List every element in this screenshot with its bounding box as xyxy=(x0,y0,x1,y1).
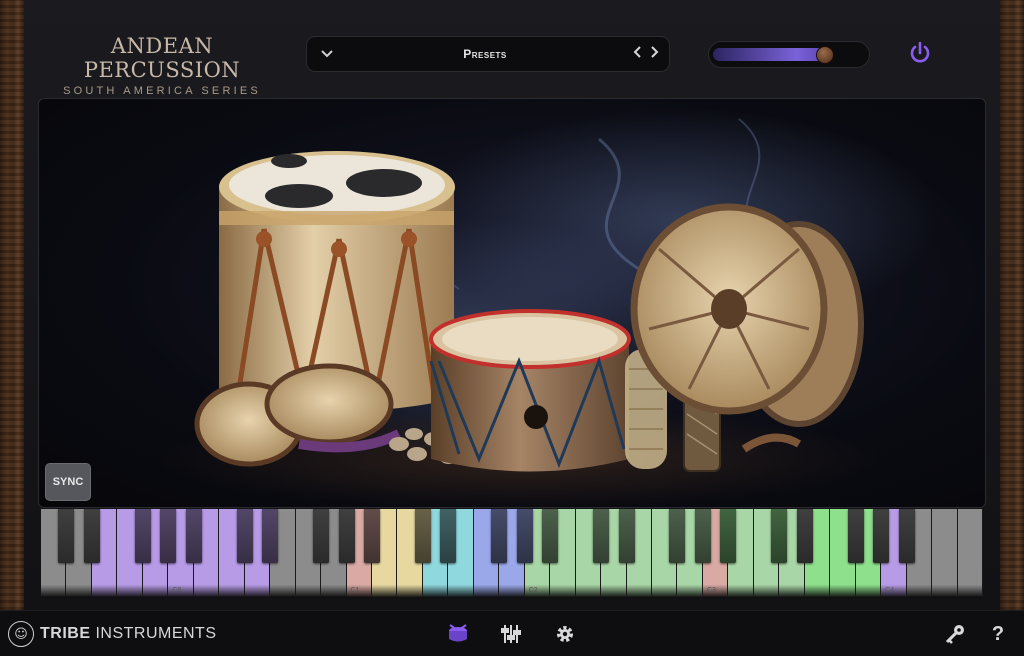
white-key[interactable] xyxy=(932,509,958,598)
black-key[interactable] xyxy=(516,509,533,563)
octave-label: C1 xyxy=(350,587,360,594)
octave-label: C3 xyxy=(706,587,716,594)
brand-name: TRIBE INSTRUMENTS xyxy=(40,625,217,643)
black-key[interactable] xyxy=(593,509,610,563)
drum-icon[interactable] xyxy=(446,622,470,646)
volume-slider[interactable] xyxy=(708,41,870,68)
black-key[interactable] xyxy=(847,509,864,563)
black-key[interactable] xyxy=(618,509,635,563)
black-key[interactable] xyxy=(542,509,559,563)
power-icon[interactable] xyxy=(907,40,933,66)
black-key[interactable] xyxy=(771,509,788,563)
black-key[interactable] xyxy=(83,509,100,563)
black-key[interactable] xyxy=(236,509,253,563)
white-key[interactable] xyxy=(957,509,983,598)
volume-knob[interactable] xyxy=(816,46,834,64)
wood-panel-left xyxy=(0,0,24,610)
black-key[interactable] xyxy=(338,509,355,563)
footer-bar: ☺ TRIBE INSTRUMENTS ? xyxy=(0,610,1024,656)
piano-keyboard[interactable]: C0 C1 C2 C3 C4 xyxy=(41,509,983,598)
chevron-right-icon[interactable] xyxy=(650,45,660,63)
octave-label: C0 xyxy=(172,587,182,594)
black-key[interactable] xyxy=(262,509,279,563)
brand-title: ANDEAN PERCUSSION xyxy=(83,34,241,82)
black-key[interactable] xyxy=(491,509,508,563)
black-key[interactable] xyxy=(363,509,380,563)
sync-button[interactable]: SYNC xyxy=(45,463,91,501)
black-key[interactable] xyxy=(134,509,151,563)
tribe-mask-icon: ☺ xyxy=(8,621,34,647)
chevron-left-icon[interactable] xyxy=(632,45,642,63)
chevron-down-icon[interactable] xyxy=(307,45,347,63)
brand-name-light: INSTRUMENTS xyxy=(90,625,217,642)
black-key[interactable] xyxy=(694,509,711,563)
key-icon[interactable] xyxy=(943,622,967,646)
preset-selector[interactable]: Presets xyxy=(306,36,670,72)
black-key[interactable] xyxy=(160,509,177,563)
black-key[interactable] xyxy=(796,509,813,563)
tribe-instruments-logo: ☺ TRIBE INSTRUMENTS xyxy=(8,621,217,647)
octave-label: C2 xyxy=(528,587,538,594)
black-key[interactable] xyxy=(185,509,202,563)
help-icon[interactable]: ? xyxy=(986,622,1010,646)
volume-fill xyxy=(713,48,824,61)
preset-nav xyxy=(623,45,669,63)
black-key[interactable] xyxy=(414,509,431,563)
black-key[interactable] xyxy=(440,509,457,563)
brand-subtitle: SOUTH AMERICA SERIES xyxy=(63,85,261,97)
brand-name-bold: TRIBE xyxy=(40,625,91,642)
black-key[interactable] xyxy=(669,509,686,563)
instrument-artwork xyxy=(38,98,986,508)
black-key[interactable] xyxy=(898,509,915,563)
settings-gear-icon[interactable] xyxy=(553,622,577,646)
black-key[interactable] xyxy=(720,509,737,563)
black-key[interactable] xyxy=(58,509,75,563)
black-key[interactable] xyxy=(873,509,890,563)
mixer-icon[interactable] xyxy=(499,622,523,646)
brand-logo: ANDEAN PERCUSSION SOUTH AMERICA SERIES xyxy=(32,34,292,97)
instrument-illustration xyxy=(159,109,939,507)
wood-panel-right xyxy=(1000,0,1024,610)
preset-label[interactable]: Presets xyxy=(347,47,623,61)
octave-label: C4 xyxy=(885,587,895,594)
black-key[interactable] xyxy=(313,509,330,563)
